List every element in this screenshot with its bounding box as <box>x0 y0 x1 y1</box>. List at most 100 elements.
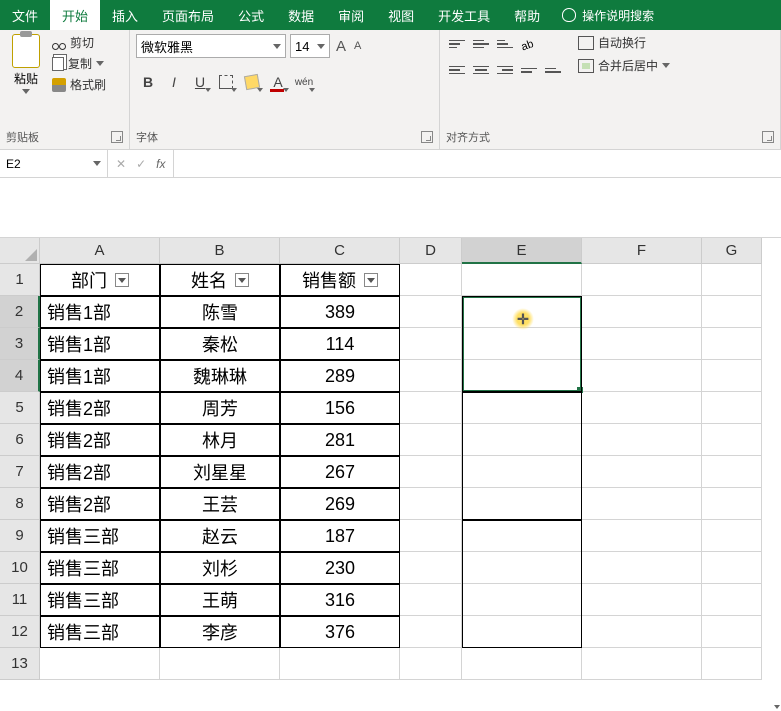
cell-B10[interactable]: 刘杉 <box>160 552 280 584</box>
wrap-text-button[interactable]: 自动换行 <box>578 34 670 51</box>
tab-page-layout[interactable]: 页面布局 <box>150 0 226 30</box>
formula-input[interactable] <box>174 150 781 177</box>
cell-B12[interactable]: 李彦 <box>160 616 280 648</box>
cell-E13[interactable] <box>462 648 582 680</box>
cell-E5[interactable] <box>462 392 582 424</box>
align-right-button[interactable] <box>494 60 516 80</box>
col-header-E[interactable]: E <box>462 238 582 264</box>
cell-C3[interactable]: 114 <box>280 328 400 360</box>
cell-C1[interactable]: 销售额 <box>280 264 400 296</box>
cell-C5[interactable]: 156 <box>280 392 400 424</box>
cell-A4[interactable]: 销售1部 <box>40 360 160 392</box>
cell-G3[interactable] <box>702 328 762 360</box>
cell-F9[interactable] <box>582 520 702 552</box>
cell-C9[interactable]: 187 <box>280 520 400 552</box>
cell-G7[interactable] <box>702 456 762 488</box>
cell-B5[interactable]: 周芳 <box>160 392 280 424</box>
row-header-11[interactable]: 11 <box>0 584 40 616</box>
cell-F5[interactable] <box>582 392 702 424</box>
confirm-formula-button[interactable]: ✓ <box>136 157 146 171</box>
cell-A10[interactable]: 销售三部 <box>40 552 160 584</box>
cell-D2[interactable] <box>400 296 462 328</box>
cell-E10[interactable] <box>462 552 582 584</box>
cell-D12[interactable] <box>400 616 462 648</box>
filter-button[interactable] <box>115 273 129 287</box>
cell-B1[interactable]: 姓名 <box>160 264 280 296</box>
copy-button[interactable]: 复制 <box>52 55 106 72</box>
col-header-C[interactable]: C <box>280 238 400 264</box>
tab-file[interactable]: 文件 <box>0 0 50 30</box>
italic-button[interactable]: I <box>162 70 186 94</box>
decrease-font-button[interactable]: A <box>352 40 363 52</box>
cell-C8[interactable]: 269 <box>280 488 400 520</box>
underline-button[interactable]: U <box>188 70 212 94</box>
tab-formulas[interactable]: 公式 <box>226 0 276 30</box>
cell-A12[interactable]: 销售三部 <box>40 616 160 648</box>
cell-E9[interactable] <box>462 520 582 552</box>
cell-G8[interactable] <box>702 488 762 520</box>
cut-button[interactable]: 剪切 <box>52 34 106 51</box>
cell-F11[interactable] <box>582 584 702 616</box>
bold-button[interactable]: B <box>136 70 160 94</box>
font-launcher[interactable] <box>421 131 433 143</box>
cell-C10[interactable]: 230 <box>280 552 400 584</box>
cell-F1[interactable] <box>582 264 702 296</box>
cell-F4[interactable] <box>582 360 702 392</box>
cell-E6[interactable] <box>462 424 582 456</box>
row-header-10[interactable]: 10 <box>0 552 40 584</box>
tab-view[interactable]: 视图 <box>376 0 426 30</box>
row-header-13[interactable]: 13 <box>0 648 40 680</box>
row-header-9[interactable]: 9 <box>0 520 40 552</box>
border-button[interactable] <box>214 70 238 94</box>
row-header-4[interactable]: 4 <box>0 360 40 392</box>
paste-button[interactable]: 粘贴 <box>6 34 46 127</box>
col-header-G[interactable]: G <box>702 238 762 264</box>
cell-B2[interactable]: 陈雪 <box>160 296 280 328</box>
cell-C2[interactable]: 389 <box>280 296 400 328</box>
cell-C13[interactable] <box>280 648 400 680</box>
align-left-button[interactable] <box>446 60 468 80</box>
tab-insert[interactable]: 插入 <box>100 0 150 30</box>
cell-C12[interactable]: 376 <box>280 616 400 648</box>
cell-E12[interactable] <box>462 616 582 648</box>
cancel-formula-button[interactable]: ✕ <box>116 157 126 171</box>
tab-data[interactable]: 数据 <box>276 0 326 30</box>
cell-E8[interactable] <box>462 488 582 520</box>
cell-D8[interactable] <box>400 488 462 520</box>
tab-home[interactable]: 开始 <box>50 0 100 30</box>
cell-D3[interactable] <box>400 328 462 360</box>
cell-G5[interactable] <box>702 392 762 424</box>
row-header-12[interactable]: 12 <box>0 616 40 648</box>
row-header-1[interactable]: 1 <box>0 264 40 296</box>
cell-E11[interactable] <box>462 584 582 616</box>
decrease-indent-button[interactable] <box>518 60 540 80</box>
cell-B9[interactable]: 赵云 <box>160 520 280 552</box>
tell-me-search[interactable]: 操作说明搜索 <box>552 0 664 30</box>
row-header-5[interactable]: 5 <box>0 392 40 424</box>
row-header-7[interactable]: 7 <box>0 456 40 488</box>
cell-A13[interactable] <box>40 648 160 680</box>
cell-F13[interactable] <box>582 648 702 680</box>
cell-A5[interactable]: 销售2部 <box>40 392 160 424</box>
row-header-2[interactable]: 2 <box>0 296 40 328</box>
align-top-button[interactable] <box>446 34 468 54</box>
align-bottom-button[interactable] <box>494 34 516 54</box>
cell-B8[interactable]: 王芸 <box>160 488 280 520</box>
cell-F12[interactable] <box>582 616 702 648</box>
cell-D11[interactable] <box>400 584 462 616</box>
cell-G13[interactable] <box>702 648 762 680</box>
cell-A9[interactable]: 销售三部 <box>40 520 160 552</box>
cell-B11[interactable]: 王萌 <box>160 584 280 616</box>
cell-B7[interactable]: 刘星星 <box>160 456 280 488</box>
cell-A3[interactable]: 销售1部 <box>40 328 160 360</box>
cell-D10[interactable] <box>400 552 462 584</box>
filter-button[interactable] <box>364 273 378 287</box>
increase-indent-button[interactable] <box>542 60 564 80</box>
cell-G10[interactable] <box>702 552 762 584</box>
row-header-6[interactable]: 6 <box>0 424 40 456</box>
cell-F10[interactable] <box>582 552 702 584</box>
tab-help[interactable]: 帮助 <box>502 0 552 30</box>
row-header-8[interactable]: 8 <box>0 488 40 520</box>
cell-F8[interactable] <box>582 488 702 520</box>
cell-B3[interactable]: 秦松 <box>160 328 280 360</box>
